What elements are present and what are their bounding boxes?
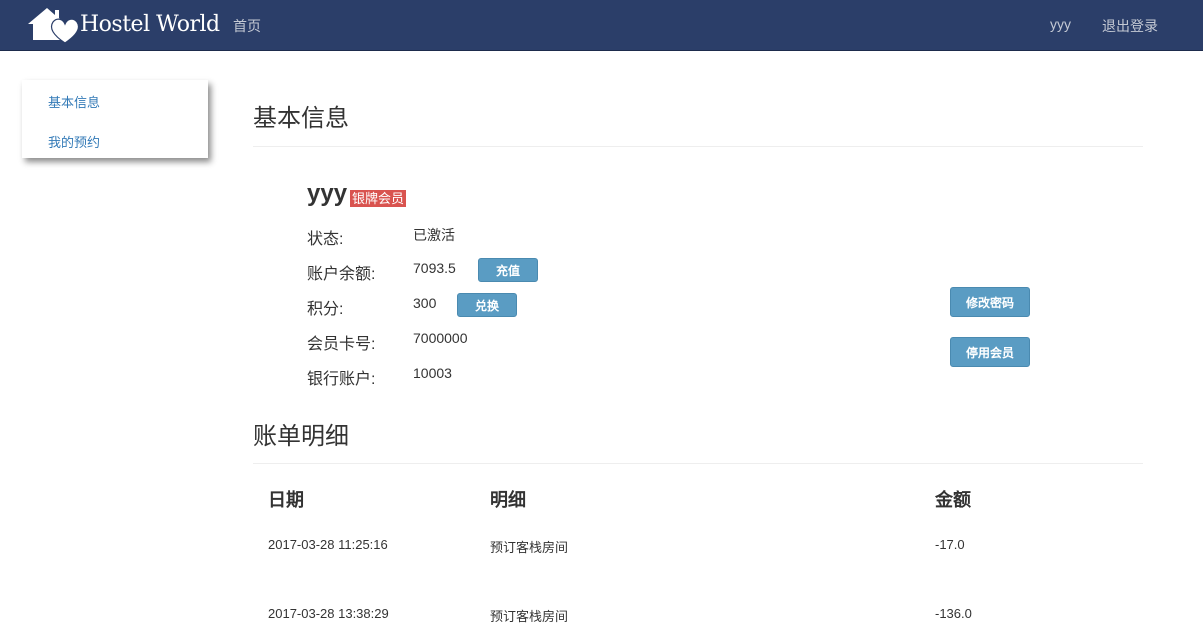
brand-logo[interactable]: Hostel World: [25, 4, 220, 44]
row-detail: 预订客栈房间: [490, 540, 569, 555]
card-number-value: 7000000: [413, 330, 468, 346]
points-label: 积分:: [307, 301, 344, 318]
top-navbar: Hostel World 首页 yyy 退出登录: [0, 0, 1203, 51]
deactivate-member-button[interactable]: 停用会员: [950, 337, 1030, 367]
status-value: 已激活: [413, 227, 455, 243]
profile-username: yyy: [307, 180, 348, 207]
house-heart-icon: [28, 8, 80, 44]
row-amount: -136.0: [935, 606, 972, 621]
row-amount: -17.0: [935, 537, 965, 552]
sidebar: 基本信息 我的预约: [22, 80, 208, 158]
membership-badge: 银牌会员: [350, 190, 407, 207]
divider: [253, 146, 1143, 147]
logout-link[interactable]: 退出登录: [1102, 16, 1158, 36]
row-date: 2017-03-28 13:38:29: [268, 606, 389, 621]
card-number-label: 会员卡号:: [307, 336, 376, 353]
recharge-button[interactable]: 充值: [478, 258, 538, 282]
bill-title: 账单明细: [253, 423, 349, 450]
balance-label: 账户余额:: [307, 266, 376, 283]
exchange-button[interactable]: 兑换: [457, 293, 517, 317]
bank-account-value: 10003: [413, 365, 452, 381]
nav-home-link[interactable]: 首页: [233, 16, 261, 36]
sidebar-item-my-reservations[interactable]: 我的预约: [48, 132, 100, 151]
points-value: 300: [413, 295, 437, 311]
sidebar-item-basic-info[interactable]: 基本信息: [48, 92, 100, 111]
row-date: 2017-03-28 11:25:16: [268, 537, 388, 552]
column-header-detail: 明细: [490, 490, 526, 510]
change-password-button[interactable]: 修改密码: [950, 287, 1030, 317]
row-detail: 预订客栈房间: [490, 609, 569, 624]
status-label: 状态:: [307, 231, 344, 248]
column-header-amount: 金额: [935, 490, 971, 510]
column-header-date: 日期: [268, 490, 304, 510]
brand-name: Hostel World: [80, 11, 220, 37]
balance-value: 7093.5: [413, 260, 456, 276]
bank-account-label: 银行账户:: [307, 371, 376, 388]
basic-info-title: 基本信息: [253, 105, 349, 132]
divider: [253, 463, 1143, 464]
nav-username[interactable]: yyy: [1050, 16, 1071, 32]
